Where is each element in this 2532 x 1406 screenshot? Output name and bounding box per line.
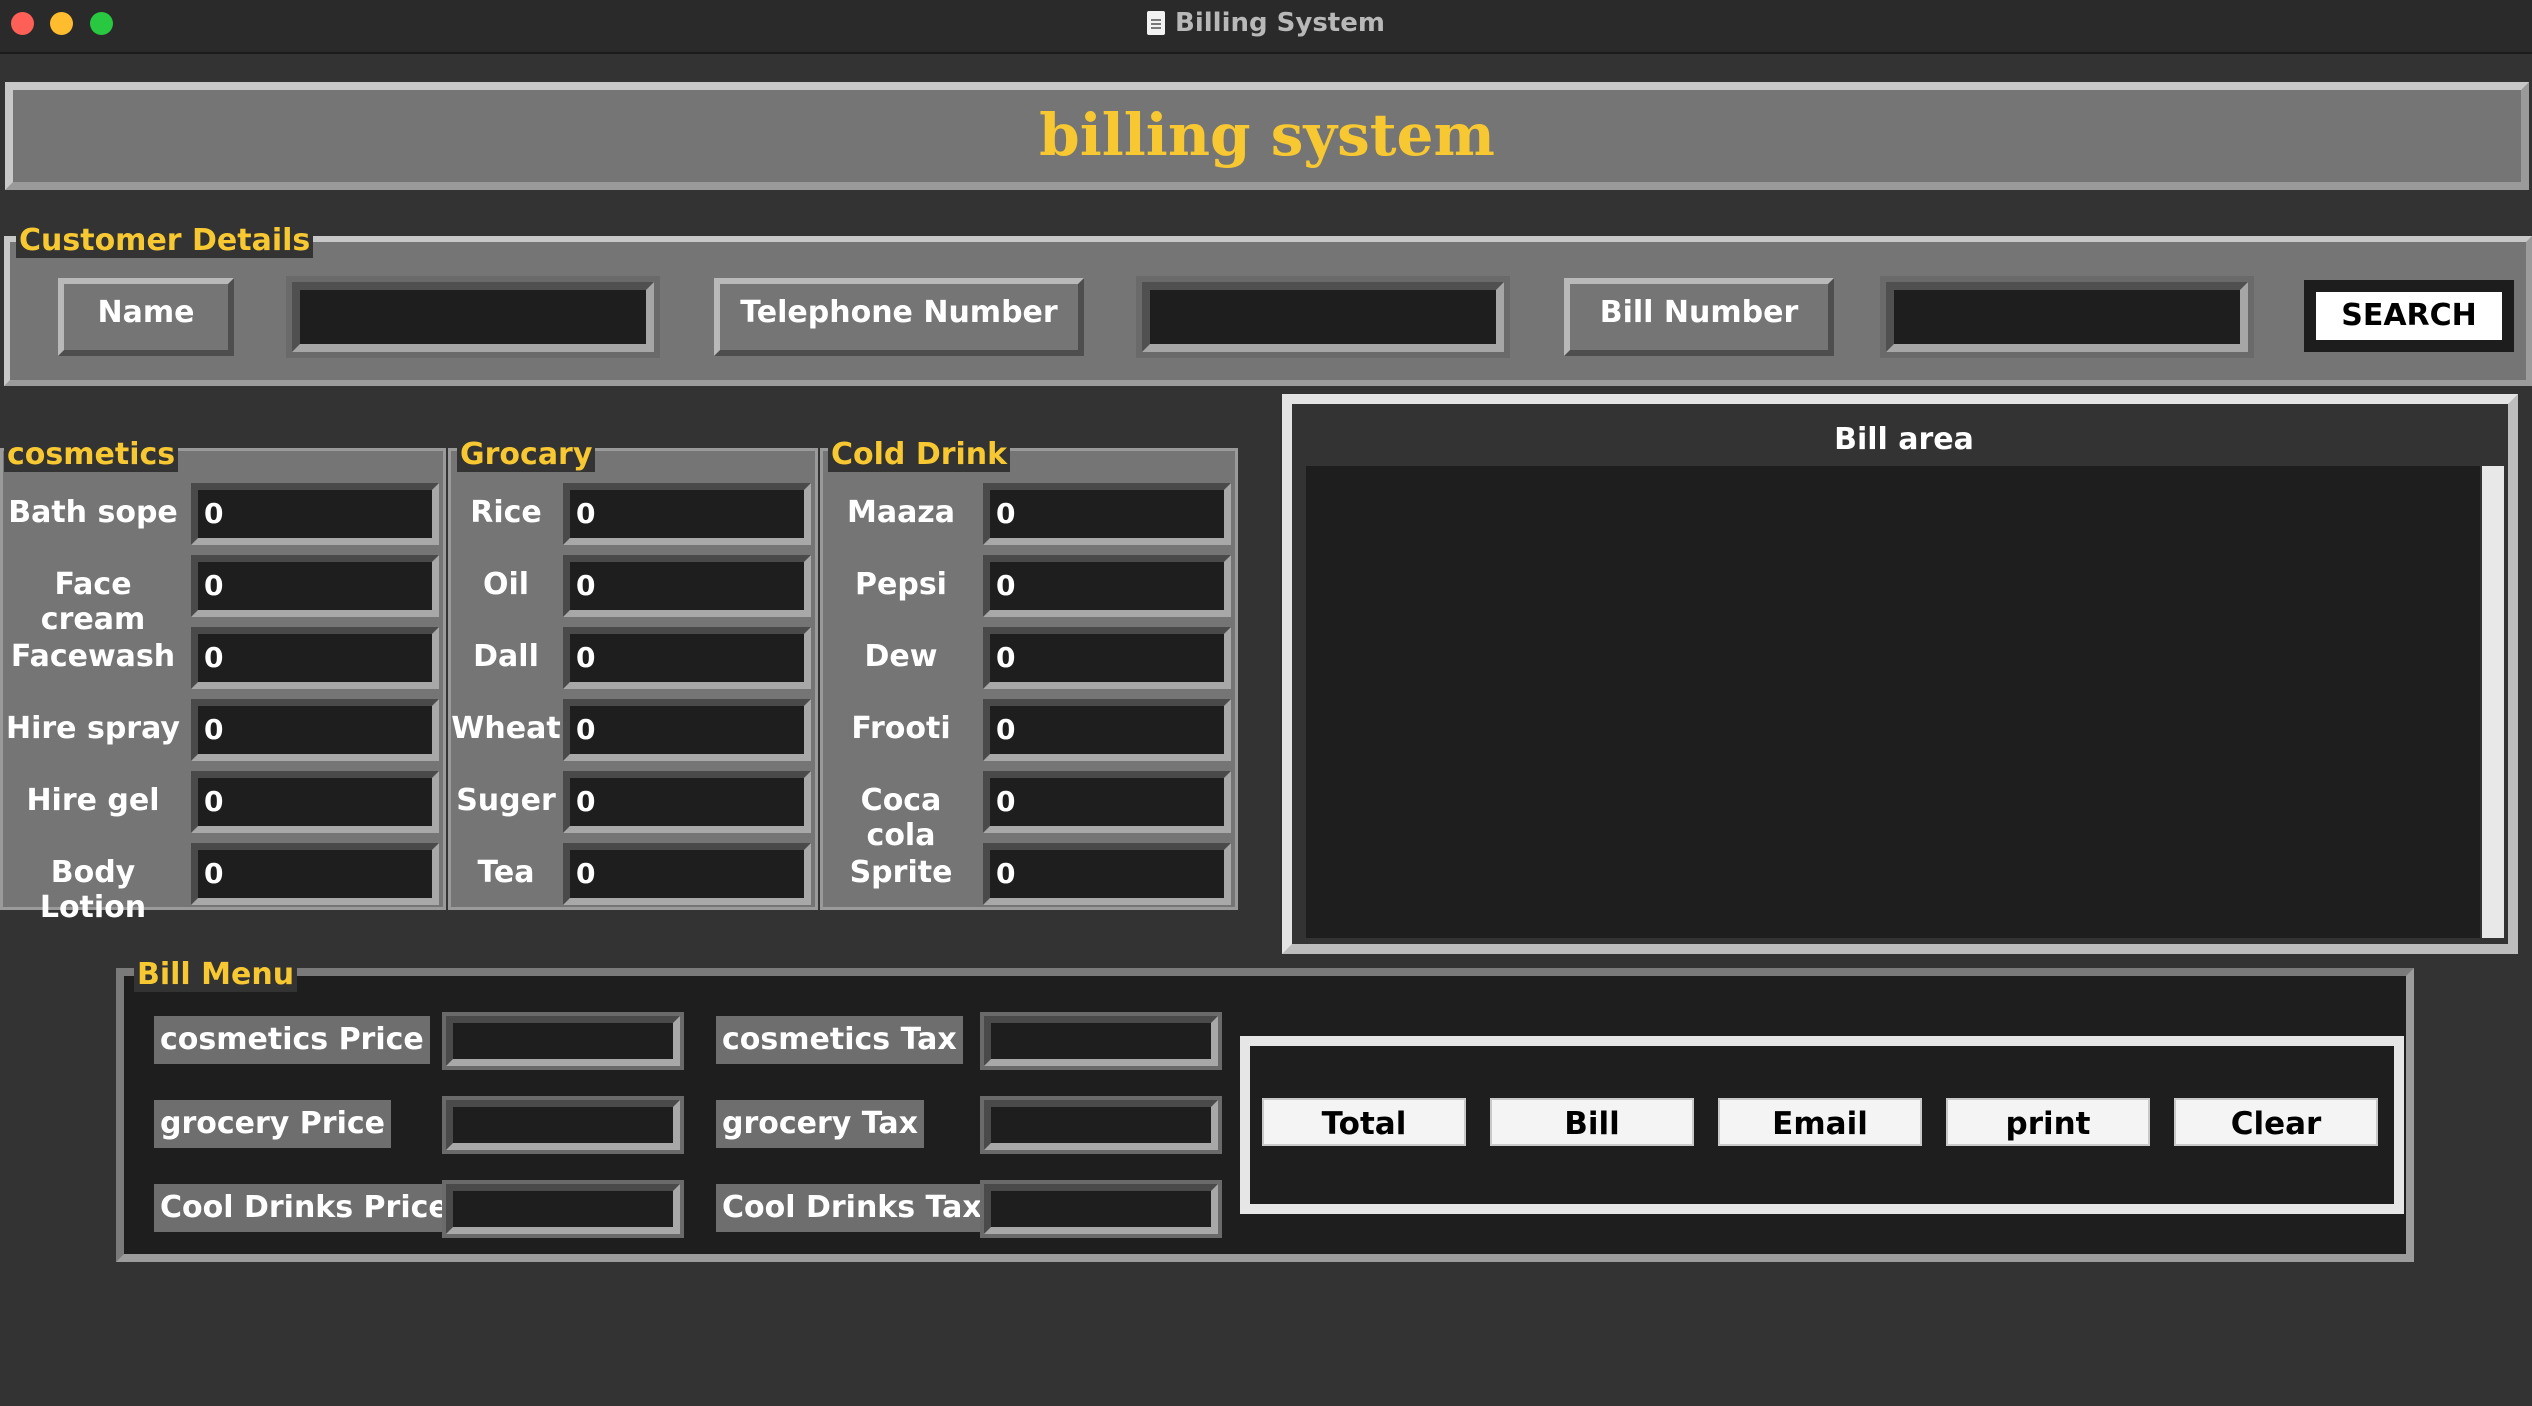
cold-drink-legend: Cold Drink xyxy=(828,438,1011,472)
product-label: Tea xyxy=(477,855,535,890)
cool-drinks-price-input[interactable] xyxy=(442,1180,684,1238)
product-qty-input[interactable]: 0 xyxy=(983,555,1231,617)
app-title: billing system xyxy=(1039,101,1495,169)
product-qty-input[interactable]: 0 xyxy=(191,627,439,689)
product-qty-input[interactable]: 0 xyxy=(191,483,439,545)
product-label: Rice xyxy=(470,495,542,530)
product-label: Maaza xyxy=(846,495,956,530)
search-button[interactable]: SEARCH xyxy=(2304,280,2514,352)
product-label: Hire spray xyxy=(6,711,180,746)
bill-button[interactable]: Bill xyxy=(1490,1098,1694,1146)
bill-area-frame: Bill area xyxy=(1282,394,2518,954)
window-title-text: Billing System xyxy=(1175,8,1385,38)
cool-drinks-price-label: Cool Drinks Price xyxy=(154,1184,455,1232)
name-input[interactable] xyxy=(286,276,660,358)
window-titlebar: Billing System xyxy=(0,0,2532,54)
product-label: Body Lotion xyxy=(39,855,147,925)
product-label: Sprite xyxy=(849,855,953,890)
grocery-price-label: grocery Price xyxy=(154,1100,391,1148)
bill-number-input[interactable] xyxy=(1880,276,2254,358)
bill-buttons-frame: Total Bill Email print Clear xyxy=(1240,1036,2404,1214)
product-qty-input[interactable]: 0 xyxy=(983,483,1231,545)
app-header: billing system xyxy=(5,82,2529,190)
product-qty-input[interactable]: 0 xyxy=(563,483,811,545)
bill-menu-frame: cosmetics Price cosmetics Tax grocery Pr… xyxy=(116,968,2414,1262)
name-label: Name xyxy=(58,278,234,356)
cosmetics-tax-label: cosmetics Tax xyxy=(716,1016,963,1064)
product-qty-input[interactable]: 0 xyxy=(983,771,1231,833)
product-label: Wheat xyxy=(451,711,561,746)
bill-scrollbar[interactable] xyxy=(2482,466,2504,938)
product-label: Bath sope xyxy=(8,495,178,530)
product-label: Dew xyxy=(864,639,938,674)
product-label: Pepsi xyxy=(855,567,947,602)
cool-drinks-tax-input[interactable] xyxy=(980,1180,1222,1238)
customer-details-legend: Customer Details xyxy=(16,224,314,258)
cool-drinks-tax-label: Cool Drinks Tax xyxy=(716,1184,988,1232)
cosmetics-group: Bath sope 0 Face cream 0 Facewash 0 Hire… xyxy=(0,448,446,925)
cosmetics-price-input[interactable] xyxy=(442,1012,684,1070)
email-button[interactable]: Email xyxy=(1718,1098,1922,1146)
product-label: Suger xyxy=(456,783,556,818)
product-label: Face cream xyxy=(40,567,146,637)
print-button[interactable]: print xyxy=(1946,1098,2150,1146)
document-icon xyxy=(1147,11,1166,35)
total-button[interactable]: Total xyxy=(1262,1098,1466,1146)
cosmetics-price-label: cosmetics Price xyxy=(154,1016,430,1064)
grocery-tax-input[interactable] xyxy=(980,1096,1222,1154)
clear-button[interactable]: Clear xyxy=(2174,1098,2378,1146)
telephone-label: Telephone Number xyxy=(714,278,1084,356)
product-qty-input[interactable]: 0 xyxy=(563,771,811,833)
product-label: Hire gel xyxy=(26,783,160,818)
grocery-price-input[interactable] xyxy=(442,1096,684,1154)
product-label: Frooti xyxy=(851,711,951,746)
product-qty-input[interactable]: 0 xyxy=(563,843,811,905)
product-qty-input[interactable]: 0 xyxy=(563,699,811,761)
grocery-tax-label: grocery Tax xyxy=(716,1100,924,1148)
grocery-legend: Grocary xyxy=(457,438,596,472)
cosmetics-legend: cosmetics xyxy=(4,438,179,472)
bill-number-label: Bill Number xyxy=(1564,278,1834,356)
customer-details-frame: Name Telephone Number Bill Number SEARCH xyxy=(4,236,2532,386)
product-qty-input[interactable]: 0 xyxy=(191,843,439,905)
bill-textarea[interactable] xyxy=(1306,466,2480,938)
product-qty-input[interactable]: 0 xyxy=(563,627,811,689)
product-label: Coca cola xyxy=(860,783,942,853)
cosmetics-tax-input[interactable] xyxy=(980,1012,1222,1070)
product-qty-input[interactable]: 0 xyxy=(983,843,1231,905)
product-label: Oil xyxy=(482,567,530,602)
product-label: Dall xyxy=(473,639,539,674)
telephone-input[interactable] xyxy=(1136,276,1510,358)
product-qty-input[interactable]: 0 xyxy=(191,771,439,833)
cold-drink-group: Maaza 0 Pepsi 0 Dew 0 Frooti 0 Coca cola… xyxy=(820,448,1238,910)
product-qty-input[interactable]: 0 xyxy=(983,699,1231,761)
product-label: Facewash xyxy=(10,639,176,674)
bill-menu-legend: Bill Menu xyxy=(134,958,298,992)
bill-area-title: Bill area xyxy=(1304,416,2504,464)
product-qty-input[interactable]: 0 xyxy=(191,555,439,617)
product-qty-input[interactable]: 0 xyxy=(983,627,1231,689)
product-qty-input[interactable]: 0 xyxy=(563,555,811,617)
grocery-group: Rice 0 Oil 0 Dall 0 Wheat 0 Suger 0 Tea … xyxy=(448,448,818,910)
product-qty-input[interactable]: 0 xyxy=(191,699,439,761)
window-title: Billing System xyxy=(0,0,2532,46)
